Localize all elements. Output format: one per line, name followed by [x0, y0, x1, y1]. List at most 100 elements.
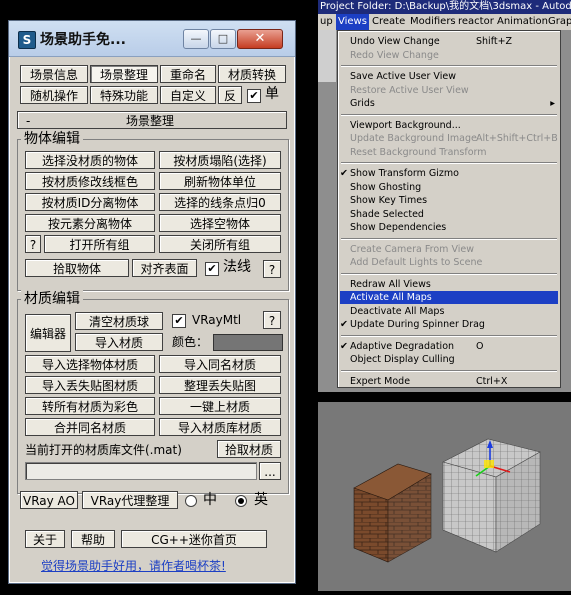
lang-cn-radio[interactable]	[185, 495, 197, 507]
menu-separator	[341, 237, 557, 240]
maximize-button[interactable]: □	[210, 29, 236, 49]
merge-same-name-button[interactable]: 合并同名材质	[25, 418, 155, 436]
import-material-button[interactable]: 导入材质	[75, 333, 163, 351]
window-titlebar[interactable]: S 场景助手免... — □ ✕	[9, 21, 295, 57]
vray-ao-button[interactable]: VRay AO	[20, 491, 78, 509]
menu-item-expert-mode[interactable]: Expert Mode Ctrl+X	[340, 375, 558, 388]
material-library-path-field[interactable]	[25, 462, 257, 480]
lang-en-radio[interactable]	[235, 495, 247, 507]
perspective-viewport[interactable]	[318, 402, 571, 591]
menu-item-shade-selected[interactable]: Shade Selected	[340, 208, 558, 221]
import-same-name-material-button[interactable]: 导入同名材质	[159, 355, 281, 373]
import-missing-map-material-button[interactable]: 导入丢失贴图材质	[25, 376, 155, 394]
menu-item-object-display-culling[interactable]: Object Display Culling	[340, 353, 558, 366]
tab-custom[interactable]: 自定义	[160, 86, 216, 104]
menu-item-update-background-image[interactable]: Update Background Image Alt+Shift+Ctrl+B	[340, 132, 558, 145]
select-no-material-button[interactable]: 选择没材质的物体	[25, 151, 155, 169]
vraymtl-label: VRayMtl	[192, 313, 242, 327]
select-empty-button[interactable]: 选择空物体	[159, 214, 281, 232]
menu-item-create-camera-from-view[interactable]: Create Camera From View	[340, 243, 558, 256]
check-icon: ✔	[340, 340, 348, 352]
menu-up[interactable]: up	[318, 14, 335, 30]
pick-object-button[interactable]: 拾取物体	[25, 259, 129, 277]
organize-missing-maps-button[interactable]: 整理丢失贴图	[159, 376, 281, 394]
menu-item-show-transform-gizmo[interactable]: ✔ Show Transform Gizmo	[340, 167, 558, 180]
group-help-button[interactable]: ?	[25, 235, 41, 253]
menu-create[interactable]: Create	[370, 14, 407, 30]
menu-views[interactable]: Views	[336, 14, 369, 30]
brick-cube	[353, 463, 432, 563]
menu-item-add-default-lights-to-scene[interactable]: Add Default Lights to Scene	[340, 256, 558, 269]
menu-item-label: Redraw All Views	[350, 278, 431, 290]
normal-checkbox[interactable]: ✔	[205, 262, 219, 276]
tab-random-ops[interactable]: 随机操作	[20, 86, 88, 104]
detach-by-element-button[interactable]: 按元素分离物体	[25, 214, 155, 232]
menu-item-viewport-background[interactable]: Viewport Background...	[340, 119, 558, 132]
normal-help-button[interactable]: ?	[263, 260, 281, 278]
menu-item-grids[interactable]: Grids ▸	[340, 97, 558, 110]
menu-item-save-active-user-view[interactable]: Save Active User View	[340, 70, 558, 83]
vraymtl-help-button[interactable]: ?	[263, 311, 281, 329]
rollout-header[interactable]: - 场景整理	[17, 111, 287, 129]
menu-item-redo-view-change[interactable]: Redo View Change	[340, 49, 558, 62]
homepage-button[interactable]: CG++迷你首页	[121, 530, 267, 548]
menu-item-deactivate-all-maps[interactable]: Deactivate All Maps	[340, 305, 558, 318]
menu-item-label: Create Camera From View	[350, 243, 474, 255]
menu-item-label: Object Display Culling	[350, 354, 455, 365]
vray-proxy-button[interactable]: VRay代理整理	[82, 491, 178, 509]
zero-spline-points-button[interactable]: 选择的线条点归0	[159, 193, 281, 211]
menu-item-show-key-times[interactable]: Show Key Times	[340, 194, 558, 207]
pick-material-button[interactable]: 拾取材质	[217, 440, 281, 458]
tab-rename[interactable]: 重命名	[160, 65, 216, 83]
reverse-button[interactable]: 反	[218, 86, 242, 104]
import-selected-material-button[interactable]: 导入选择物体材质	[25, 355, 155, 373]
close-button[interactable]: ✕	[237, 29, 283, 49]
tab-special[interactable]: 特殊功能	[90, 86, 158, 104]
app-icon: S	[18, 31, 36, 49]
menu-item-label: Update Background Image	[350, 133, 477, 144]
browse-library-button[interactable]: ...	[259, 462, 281, 480]
maximize-icon: □	[217, 32, 229, 45]
one-click-material-button[interactable]: 一键上材质	[159, 397, 281, 415]
tab-scene-cleanup[interactable]: 场景整理	[90, 65, 158, 83]
menu-separator	[341, 113, 557, 116]
menu-item-reset-background-transform[interactable]: Reset Background Transform	[340, 146, 558, 159]
menu-item-show-dependencies[interactable]: Show Dependencies	[340, 221, 558, 234]
menu-item-activate-all-maps[interactable]: Activate All Maps	[340, 291, 558, 304]
menu-graph[interactable]: Graph	[546, 14, 571, 30]
help-button[interactable]: 帮助	[71, 530, 115, 548]
material-editor-button[interactable]: 编辑器	[25, 314, 71, 352]
menu-reactor[interactable]: reactor	[456, 14, 496, 30]
check-icon: ✔	[340, 168, 348, 179]
tab-material-convert[interactable]: 材质转换	[218, 65, 286, 83]
menu-item-restore-active-user-view[interactable]: Restore Active User View	[340, 84, 558, 97]
menu-item-label: Show Ghosting	[350, 181, 422, 193]
menu-item-undo-view-change[interactable]: Undo View Change Shift+Z	[340, 35, 558, 48]
import-library-material-button[interactable]: 导入材质库材质	[159, 418, 281, 436]
about-button[interactable]: 关于	[25, 530, 65, 548]
close-all-groups-button[interactable]: 关闭所有组	[159, 235, 281, 253]
align-surface-button[interactable]: 对齐表面	[132, 259, 197, 277]
menu-item-label: Add Default Lights to Scene	[350, 257, 483, 268]
menu-item-show-ghosting[interactable]: Show Ghosting	[340, 181, 558, 194]
menu-item-update-during-spinner-drag[interactable]: ✔ Update During Spinner Drag	[340, 318, 558, 331]
tab-scene-info[interactable]: 场景信息	[20, 65, 88, 83]
minimize-button[interactable]: —	[183, 29, 209, 49]
menu-animation[interactable]: Animation	[495, 14, 550, 30]
collapse-by-material-button[interactable]: 按材质塌陷(选择)	[159, 151, 281, 169]
donate-link[interactable]: 觉得场景助手好用，请作者喝杯茶!	[41, 557, 226, 574]
wire-color-by-material-button[interactable]: 按材质修改线框色	[25, 172, 155, 190]
menu-item-redraw-all-views[interactable]: Redraw All Views	[340, 278, 558, 291]
single-checkbox[interactable]: ✔	[247, 89, 261, 103]
menu-modifiers[interactable]: Modifiers	[408, 14, 458, 30]
color-swatch[interactable]	[213, 334, 283, 351]
open-all-groups-button[interactable]: 打开所有组	[44, 235, 155, 253]
detach-by-matid-button[interactable]: 按材质ID分离物体	[25, 193, 155, 211]
refresh-units-button[interactable]: 刷新物体单位	[159, 172, 281, 190]
convert-to-color-button[interactable]: 转所有材质为彩色	[25, 397, 155, 415]
toolbar-strip	[318, 30, 336, 82]
menu-item-adaptive-degradation[interactable]: ✔ Adaptive Degradation O	[340, 340, 558, 353]
clear-material-balls-button[interactable]: 清空材质球	[75, 312, 163, 330]
vraymtl-checkbox[interactable]: ✔	[172, 314, 186, 328]
scene-assistant-window: S 场景助手免... — □ ✕ 场景信息 场景整理 重命名 材质转换 随机操作…	[8, 20, 296, 584]
